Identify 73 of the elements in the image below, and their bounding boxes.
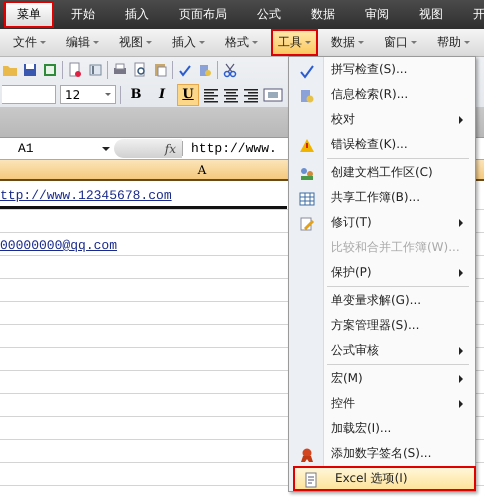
menu-bar-item[interactable]: 帮助 xyxy=(430,29,477,56)
format-button[interactable]: B xyxy=(125,84,147,106)
menu-item[interactable]: 控件 xyxy=(289,391,475,416)
caret-icon xyxy=(358,41,364,44)
ribbon-tab[interactable]: 菜单 xyxy=(4,1,54,28)
ribbon-tab[interactable]: 开始 xyxy=(58,1,108,28)
caret-icon xyxy=(199,41,205,44)
formula-field[interactable]: http://www. xyxy=(182,141,277,156)
menu-item[interactable]: 共享工作簿(B)... xyxy=(289,185,475,210)
name-box[interactable]: A1 xyxy=(0,141,114,156)
table-icon xyxy=(299,191,315,207)
menu-item[interactable]: Excel 选项(I) xyxy=(293,466,476,491)
format-button[interactable]: I xyxy=(151,84,173,106)
font-size-dropdown[interactable]: 12 xyxy=(60,85,116,104)
submenu-arrow-icon xyxy=(459,116,463,124)
caret-icon xyxy=(146,41,152,44)
ribbon-tab[interactable]: 公式 xyxy=(244,1,294,28)
ribbon-tab[interactable]: 数据 xyxy=(298,1,348,28)
caret-icon xyxy=(411,41,417,44)
hyperlink-cell[interactable]: 00000000@qq.com xyxy=(0,238,287,255)
ribbon-tab[interactable]: 审阅 xyxy=(352,1,402,28)
caret-icon xyxy=(40,41,46,44)
cut-icon[interactable] xyxy=(222,62,238,78)
caret-icon xyxy=(464,41,470,44)
merge-cells-icon[interactable] xyxy=(263,86,283,102)
document-icon xyxy=(303,472,319,488)
align-left-icon[interactable] xyxy=(203,86,219,102)
document-icon[interactable] xyxy=(67,62,83,78)
menu-bar-item[interactable]: 窗口 xyxy=(377,29,424,56)
align-right-icon[interactable] xyxy=(243,86,259,102)
paste-icon[interactable] xyxy=(152,62,168,78)
menu-item[interactable]: 修订(T) xyxy=(289,210,475,235)
align-center-icon[interactable] xyxy=(223,86,239,102)
edit-icon xyxy=(299,216,315,232)
submenu-arrow-icon xyxy=(459,346,463,354)
submenu-arrow-icon xyxy=(459,268,463,276)
submenu-arrow-icon xyxy=(459,400,463,408)
ribbon-tab[interactable]: 插入 xyxy=(112,1,162,28)
hyperlink-cell[interactable]: ttp://www.12345678.com xyxy=(0,188,287,209)
menu-item[interactable]: 公式审核 xyxy=(289,338,475,363)
people-icon xyxy=(299,166,315,182)
submenu-arrow-icon xyxy=(459,218,463,226)
menu-item[interactable]: 单变量求解(G)... xyxy=(289,288,475,313)
research-icon xyxy=(299,88,315,104)
ribbon-tab[interactable]: 视图 xyxy=(406,1,456,28)
menu-item[interactable]: 错误检查(K)... xyxy=(289,132,475,157)
format-button[interactable]: U xyxy=(177,84,199,106)
menu-item[interactable]: 添加数字签名(S)... xyxy=(289,441,475,466)
menu-bar-item[interactable]: 插入 xyxy=(165,29,212,56)
ribbon-tab[interactable]: 页面布局 xyxy=(166,1,240,28)
spreadsheet-icon[interactable] xyxy=(42,62,58,78)
menu-item[interactable]: 信息检索(R)... xyxy=(289,82,475,107)
caret-icon xyxy=(93,41,99,44)
menu-bar-item[interactable]: 文件 xyxy=(6,29,53,56)
spellcheck-icon xyxy=(299,63,315,79)
insert-function-button[interactable]: fx xyxy=(114,139,182,158)
caret-icon xyxy=(305,41,311,44)
menu-item[interactable]: 拼写检查(S)... xyxy=(289,57,475,82)
caret-icon xyxy=(252,41,258,44)
warning-icon xyxy=(299,138,315,154)
menu-item[interactable]: 宏(M) xyxy=(289,366,475,391)
menu-bar-item[interactable]: 数据 xyxy=(324,29,371,56)
font-name-field[interactable] xyxy=(2,85,56,104)
menu-bar-item[interactable]: 编辑 xyxy=(59,29,106,56)
menu-item[interactable]: 保护(P) xyxy=(289,260,475,285)
menu-bar-item[interactable]: 工具 xyxy=(271,29,318,56)
submenu-arrow-icon xyxy=(459,374,463,382)
menu-item[interactable]: 加载宏(I)... xyxy=(289,416,475,441)
ribbon-award-icon xyxy=(299,447,315,463)
menu-bar-item[interactable]: 视图 xyxy=(112,29,159,56)
menu-item[interactable]: 方案管理器(S)... xyxy=(289,313,475,338)
save-icon[interactable] xyxy=(22,62,38,78)
menu-bar-item[interactable]: 格式 xyxy=(218,29,265,56)
